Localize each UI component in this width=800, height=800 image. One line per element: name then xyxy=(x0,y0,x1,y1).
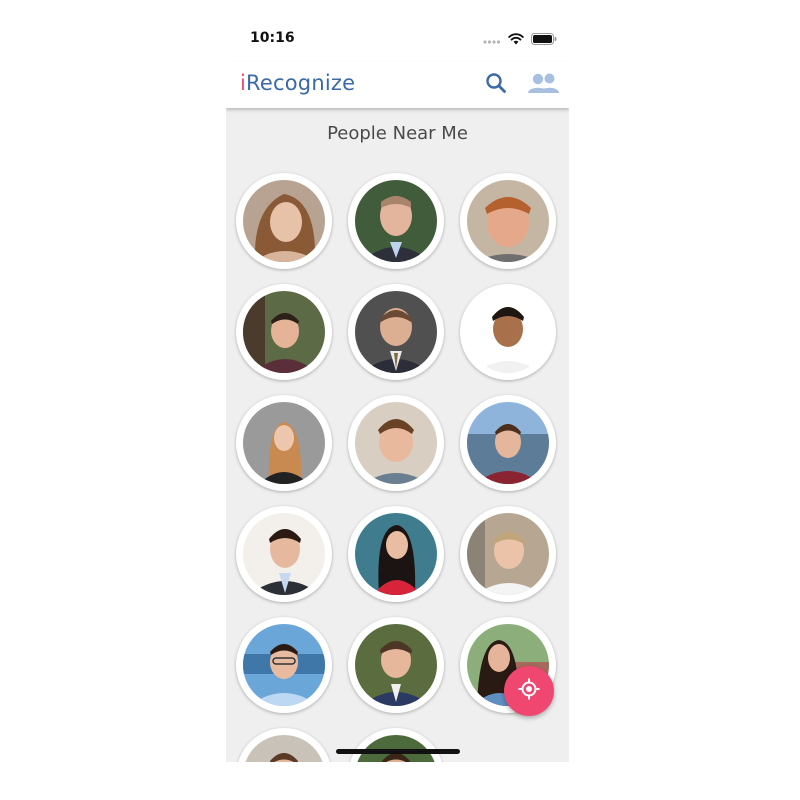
person-photo xyxy=(355,402,437,484)
person-photo xyxy=(467,402,549,484)
app-title: iRecognize xyxy=(240,71,356,95)
person-photo xyxy=(243,735,325,762)
person-avatar[interactable] xyxy=(460,173,556,269)
locate-me-button[interactable] xyxy=(504,666,554,716)
person-photo xyxy=(243,513,325,595)
person-photo xyxy=(355,624,437,706)
status-bar: 10:16 xyxy=(226,0,569,62)
person-photo xyxy=(467,291,549,373)
person-avatar[interactable] xyxy=(460,506,556,602)
person-avatar[interactable] xyxy=(236,506,332,602)
person-avatar[interactable] xyxy=(348,506,444,602)
phone-screen: 10:16 iRecognize People Near Me xyxy=(226,0,569,762)
person-photo xyxy=(243,291,325,373)
person-avatar[interactable] xyxy=(460,395,556,491)
home-indicator xyxy=(336,749,460,754)
battery-icon xyxy=(531,32,557,50)
search-button[interactable] xyxy=(481,70,511,100)
person-avatar[interactable] xyxy=(460,284,556,380)
person-photo xyxy=(243,624,325,706)
search-icon xyxy=(484,71,508,100)
person-avatar[interactable] xyxy=(236,728,332,762)
person-photo xyxy=(355,513,437,595)
person-photo xyxy=(355,291,437,373)
section-title: People Near Me xyxy=(327,123,468,144)
status-time: 10:16 xyxy=(250,30,295,46)
person-avatar[interactable] xyxy=(348,173,444,269)
person-photo xyxy=(243,180,325,262)
person-avatar[interactable] xyxy=(348,728,444,762)
person-avatar[interactable] xyxy=(348,284,444,380)
person-avatar[interactable] xyxy=(348,617,444,713)
person-avatar[interactable] xyxy=(236,284,332,380)
person-avatar[interactable] xyxy=(236,173,332,269)
people-button[interactable] xyxy=(524,70,564,100)
person-photo xyxy=(243,402,325,484)
wifi-icon xyxy=(508,32,524,50)
person-avatar[interactable] xyxy=(236,395,332,491)
person-avatar[interactable] xyxy=(236,617,332,713)
person-photo xyxy=(355,180,437,262)
person-photo xyxy=(467,513,549,595)
person-avatar[interactable] xyxy=(348,395,444,491)
signal-icon xyxy=(483,32,501,50)
status-icons xyxy=(483,32,557,50)
person-photo xyxy=(467,180,549,262)
people-icon xyxy=(526,71,562,100)
app-bar: iRecognize xyxy=(226,62,569,108)
my-location-icon xyxy=(517,677,541,706)
